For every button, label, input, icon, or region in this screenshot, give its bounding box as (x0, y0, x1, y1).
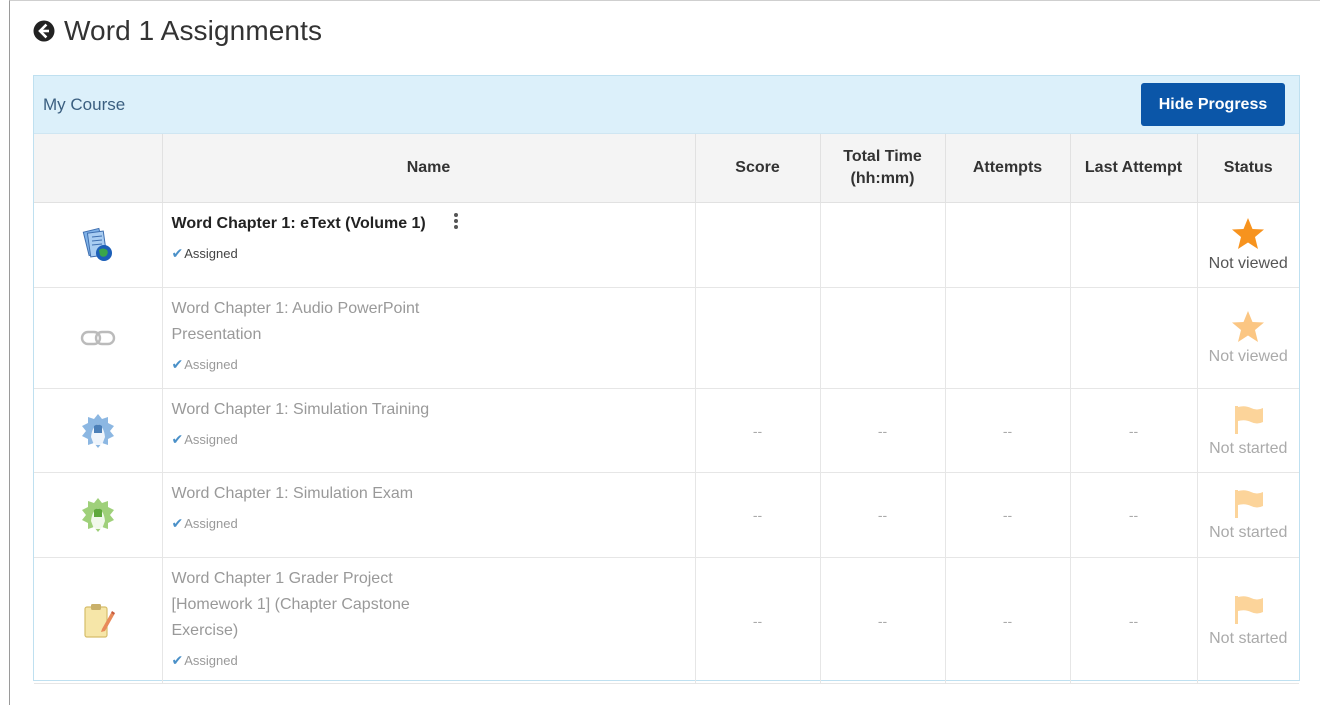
flag-icon (1235, 595, 1264, 624)
assigned-label: ✔ Assigned (172, 356, 686, 373)
total-time-cell: -- (820, 557, 946, 684)
status-cell: Not viewed (1197, 287, 1299, 389)
attempts-cell: -- (945, 472, 1071, 558)
column-header-total-time[interactable]: Total Time (hh:mm) (820, 134, 946, 203)
assignment-name-cell: Word Chapter 1: Audio PowerPoint Present… (162, 287, 696, 389)
assigned-text: Assigned (184, 432, 238, 447)
status-label: Not started (1209, 439, 1288, 457)
table-row[interactable]: Word Chapter 1: Audio PowerPoint Present… (34, 287, 1299, 389)
table-row[interactable]: Word Chapter 1: eText (Volume 1) ✔ Assig… (34, 202, 1299, 288)
last-attempt-cell: -- (1070, 388, 1198, 473)
link-chain-icon (34, 287, 163, 389)
status-label: Not started (1209, 629, 1288, 647)
star-icon (1232, 218, 1265, 249)
assignment-name-cell: Word Chapter 1: eText (Volume 1) ✔ Assig… (162, 202, 696, 288)
status-cell: Not viewed (1197, 202, 1299, 288)
total-time-cell: -- (820, 472, 946, 558)
assigned-text: Assigned (184, 357, 238, 372)
attempts-cell (945, 287, 1071, 389)
assigned-label: ✔ Assigned (172, 245, 686, 262)
attempts-cell: -- (945, 557, 1071, 684)
assignment-name-cell: Word Chapter 1: Simulation Training ✔ As… (162, 388, 696, 473)
etext-book-globe-icon (34, 202, 163, 288)
status-label: Not viewed (1208, 255, 1288, 272)
status-cell: Not started (1197, 557, 1299, 684)
last-attempt-cell: -- (1070, 557, 1198, 684)
column-header-name[interactable]: Name (162, 134, 696, 203)
last-attempt-cell: -- (1070, 472, 1198, 558)
assignment-name-cell: Word Chapter 1 Grader Project [Homework … (162, 557, 696, 684)
assigned-text: Assigned (184, 653, 238, 668)
column-header-icon (34, 134, 163, 203)
status-label: Not viewed (1208, 348, 1288, 365)
attempts-cell: -- (945, 388, 1071, 473)
status-cell: Not started (1197, 388, 1299, 473)
table-header-row: Name Score Total Time (hh:mm) Attempts L… (34, 134, 1299, 203)
table-row[interactable]: Word Chapter 1 Grader Project [Homework … (34, 557, 1299, 684)
last-attempt-cell (1070, 287, 1198, 389)
assignment-title-link[interactable]: Word Chapter 1: eText (Volume 1) (172, 215, 426, 232)
star-icon (1232, 311, 1265, 342)
score-cell: -- (695, 472, 821, 558)
score-cell: -- (695, 557, 821, 684)
assigned-label: ✔ Assigned (172, 652, 686, 669)
checkmark-icon: ✔ (171, 356, 184, 372)
total-time-cell (820, 202, 946, 288)
course-panel-header: My Course Hide Progress (34, 76, 1299, 134)
assignment-name-cell: Word Chapter 1: Simulation Exam ✔ Assign… (162, 472, 696, 558)
score-cell (695, 202, 821, 288)
table-row[interactable]: Word Chapter 1: Simulation Training ✔ As… (34, 388, 1299, 473)
column-header-attempts[interactable]: Attempts (945, 134, 1071, 203)
checkmark-icon: ✔ (171, 245, 184, 261)
assignments-table: Name Score Total Time (hh:mm) Attempts L… (34, 134, 1299, 684)
column-header-score[interactable]: Score (695, 134, 821, 203)
assignment-title-link[interactable]: Word Chapter 1 Grader Project [Homework … (172, 566, 472, 644)
checkmark-icon: ✔ (171, 652, 184, 668)
more-options-icon[interactable] (453, 211, 460, 231)
score-cell: -- (695, 388, 821, 473)
total-time-cell: -- (820, 388, 946, 473)
total-time-cell (820, 287, 946, 389)
simulation-training-icon (34, 388, 163, 473)
course-panel: My Course Hide Progress Name Score Total… (33, 75, 1300, 684)
grader-project-clipboard-icon (34, 557, 163, 684)
column-header-last-attempt[interactable]: Last Attempt (1070, 134, 1198, 203)
assigned-text: Assigned (184, 246, 238, 261)
flag-icon (1235, 490, 1264, 518)
last-attempt-cell (1070, 202, 1198, 288)
page-header: Word 1 Assignments (33, 14, 322, 48)
assigned-label: ✔ Assigned (172, 515, 686, 532)
hide-progress-button[interactable]: Hide Progress (1141, 83, 1285, 126)
table-row[interactable]: Word Chapter 1: Simulation Exam ✔ Assign… (34, 472, 1299, 558)
status-label: Not started (1209, 524, 1288, 541)
score-cell (695, 287, 821, 389)
assigned-text: Assigned (184, 516, 238, 531)
page-title: Word 1 Assignments (64, 15, 323, 46)
back-arrow-icon[interactable] (33, 20, 55, 42)
column-header-status[interactable]: Status (1197, 134, 1299, 203)
checkmark-icon: ✔ (171, 515, 184, 531)
assignment-title-link[interactable]: Word Chapter 1: Simulation Exam (172, 481, 686, 507)
status-cell: Not started (1197, 472, 1299, 558)
flag-icon (1235, 405, 1264, 434)
attempts-cell (945, 202, 1071, 288)
checkmark-icon: ✔ (171, 431, 184, 447)
assigned-label: ✔ Assigned (172, 431, 686, 448)
assignment-title-link[interactable]: Word Chapter 1: Simulation Training (172, 397, 686, 423)
simulation-exam-icon (34, 472, 163, 558)
assignment-title-link[interactable]: Word Chapter 1: Audio PowerPoint Present… (172, 296, 492, 348)
course-name: My Course (43, 94, 126, 114)
